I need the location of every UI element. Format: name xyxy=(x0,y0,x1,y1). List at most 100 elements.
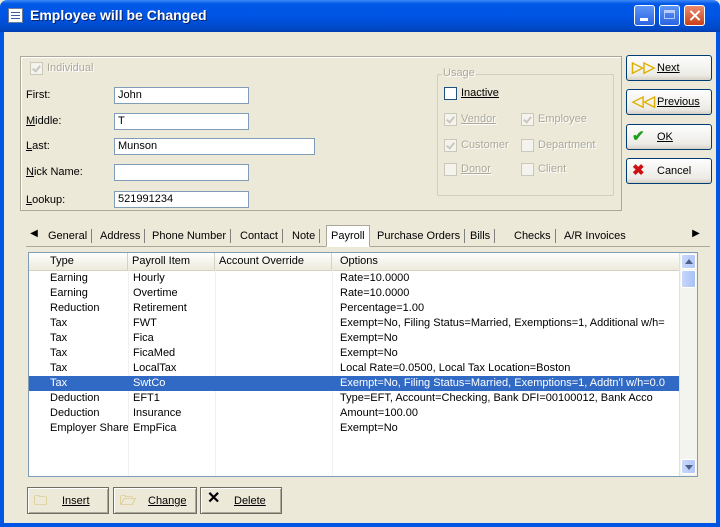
chevron-down-icon xyxy=(685,465,693,470)
window-title: Employee will be Changed xyxy=(30,7,207,23)
donor-label: Donor xyxy=(461,163,491,175)
vendor-label: Vendor xyxy=(461,113,496,125)
vendor-checkbox[interactable] xyxy=(444,113,457,126)
table-cell-item: Overtime xyxy=(133,287,178,299)
cancel-button[interactable]: ✖ Cancel xyxy=(626,158,712,184)
column-header-payroll-item[interactable]: Payroll Item xyxy=(128,253,215,270)
frame-left xyxy=(0,32,4,527)
change-button[interactable]: 🗁 Change xyxy=(113,487,197,514)
table-cell-options: Type=EFT, Account=Checking, Bank DFI=001… xyxy=(340,392,653,404)
inactive-label: Inactive xyxy=(461,87,499,99)
tab-contact[interactable]: Contact xyxy=(236,229,283,243)
previous-button[interactable]: ◁◁ Previous xyxy=(626,89,712,115)
vertical-scrollbar[interactable] xyxy=(679,253,697,476)
table-row[interactable]: Reduction Retirement Percentage=1.00 xyxy=(29,301,681,316)
table-cell-options: Exempt=No, Filing Status=Married, Exempt… xyxy=(340,317,665,329)
tab-address[interactable]: Address xyxy=(96,229,146,243)
checkmark-icon: ✔ xyxy=(632,128,645,145)
table-cell-options: Rate=10.0000 xyxy=(340,272,410,284)
table-row[interactable]: Tax FWT Exempt=No, Filing Status=Married, … xyxy=(29,316,681,331)
table-cell-options: Exempt=No xyxy=(340,332,398,344)
maximize-button[interactable] xyxy=(659,5,680,26)
double-arrow-left-icon: ◁◁ xyxy=(632,93,656,110)
customer-label: Customer xyxy=(461,139,509,151)
tab-strip: General Address Phone Number Contact Not… xyxy=(26,225,710,247)
tab-ar-invoices[interactable]: A/R Invoices xyxy=(560,229,630,243)
customer-checkbox[interactable] xyxy=(444,139,457,152)
cancel-label: Cancel xyxy=(657,165,692,177)
table-cell-type: Tax xyxy=(50,377,68,389)
nick-name-field[interactable] xyxy=(114,164,249,181)
table-cell-item: FicaMed xyxy=(133,347,176,359)
tab-bills[interactable]: Bills xyxy=(466,229,496,243)
table-cell-account xyxy=(219,316,331,331)
table-cell-account xyxy=(219,301,331,316)
donor-checkbox[interactable] xyxy=(444,163,457,176)
last-name-field[interactable]: Munson xyxy=(114,138,315,155)
tab-purchase-orders[interactable]: Purchase Orders xyxy=(373,229,466,243)
scroll-thumb[interactable] xyxy=(681,270,696,288)
column-header-account-override[interactable]: Account Override xyxy=(215,253,332,270)
delete-x-icon: ✕ xyxy=(207,490,221,507)
table-row[interactable]: Tax LocalTax Local Rate=0.0500, Local Tax … xyxy=(29,361,681,376)
tab-phone-number[interactable]: Phone Number xyxy=(148,229,231,243)
column-header-type[interactable]: Type xyxy=(29,253,128,270)
employee-window: Employee will be Changed Individual Firs… xyxy=(0,0,720,527)
table-cell-item: EmpFica xyxy=(133,422,177,434)
table-cell-options: Amount=100.00 xyxy=(340,407,418,419)
employee-checkbox[interactable] xyxy=(521,113,534,126)
window-form-icon xyxy=(8,8,23,23)
table-cell-item: Fica xyxy=(133,332,154,344)
previous-label: Previous xyxy=(657,96,700,108)
table-cell-account xyxy=(219,331,331,346)
individual-checkbox[interactable] xyxy=(30,62,43,75)
ok-label: OK xyxy=(657,131,673,143)
tab-payroll[interactable]: Payroll xyxy=(326,225,370,247)
insert-button[interactable]: 🗀 Insert xyxy=(27,487,109,514)
table-cell-item: SwtCo xyxy=(133,377,166,389)
next-button[interactable]: ▷▷ Next xyxy=(626,55,712,81)
table-cell-item: Insurance xyxy=(133,407,182,419)
column-header-options[interactable]: Options xyxy=(332,253,682,270)
table-row[interactable]: Tax FicaMed Exempt=No xyxy=(29,346,681,361)
client-checkbox[interactable] xyxy=(521,163,534,176)
table-row[interactable]: Deduction EFT1 Type=EFT, Account=Checking,… xyxy=(29,391,681,406)
table-cell-item: LocalTax xyxy=(133,362,177,374)
table-cell-item: EFT1 xyxy=(133,392,160,404)
open-folder-icon: 🗁 xyxy=(120,493,137,508)
department-checkbox[interactable] xyxy=(521,139,534,152)
table-cell-account xyxy=(219,421,331,436)
table-cell-type: Deduction xyxy=(50,407,100,419)
lookup-field[interactable]: 521991234 xyxy=(114,191,249,208)
table-row[interactable]: Deduction Insurance Amount=100.00 xyxy=(29,406,681,421)
inactive-checkbox[interactable] xyxy=(444,87,457,100)
insert-label: Insert xyxy=(62,495,90,507)
table-row[interactable]: Tax Fica Exempt=No xyxy=(29,331,681,346)
tab-note[interactable]: Note xyxy=(288,229,321,243)
payroll-items-list[interactable]: Type Payroll Item Account Override Optio… xyxy=(28,252,698,477)
table-row[interactable]: Tax SwtCo Exempt=No, Filing Status=Married… xyxy=(29,376,681,391)
table-cell-account xyxy=(219,286,331,301)
table-cell-item: Hourly xyxy=(133,272,165,284)
table-cell-account xyxy=(219,406,331,421)
ok-button[interactable]: ✔ OK xyxy=(626,124,712,150)
table-cell-account xyxy=(219,391,331,406)
employee-label: Employee xyxy=(538,113,587,125)
table-row[interactable]: Employer Share EmpFica Exempt=No xyxy=(29,421,681,436)
table-row[interactable]: Earning Hourly Rate=10.0000 xyxy=(29,271,681,286)
scroll-up-button[interactable] xyxy=(681,254,696,269)
table-cell-type: Earning xyxy=(50,287,88,299)
red-x-icon: ✖ xyxy=(632,162,645,179)
close-button[interactable] xyxy=(684,5,705,26)
usage-title: Usage xyxy=(442,67,476,79)
delete-button[interactable]: ✕ Delete xyxy=(200,487,282,514)
title-bar[interactable]: Employee will be Changed xyxy=(0,0,720,32)
table-cell-account xyxy=(219,271,331,286)
minimize-button[interactable] xyxy=(634,5,655,26)
tab-checks[interactable]: Checks xyxy=(510,229,556,243)
tab-general[interactable]: General xyxy=(44,229,93,243)
middle-name-field[interactable]: T xyxy=(114,113,249,130)
first-name-field[interactable]: John xyxy=(114,87,249,104)
table-row[interactable]: Earning Overtime Rate=10.0000 xyxy=(29,286,681,301)
scroll-down-button[interactable] xyxy=(681,459,696,474)
